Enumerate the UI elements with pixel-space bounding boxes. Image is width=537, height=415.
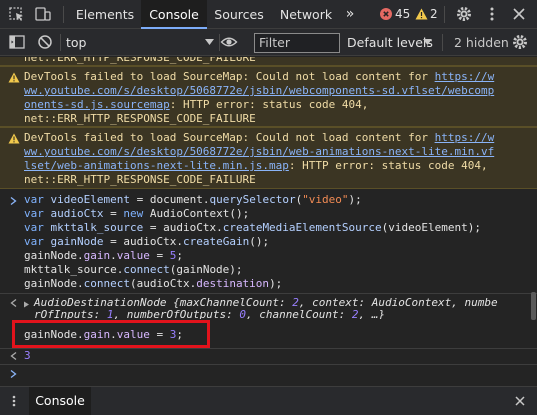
warning-text: DevTools failed to load SourceMap: Could…: [24, 70, 495, 83]
console-warning: net::ERR_HTTP_RESPONSE_CODE_FAILURE: [0, 57, 537, 66]
warning-text: net::ERR_HTTP_RESPONSE_CODE_FAILURE: [24, 112, 256, 125]
live-expression-eye-icon[interactable]: [220, 33, 238, 51]
clear-console-icon[interactable]: [36, 33, 54, 51]
warning-text: ww.youtube.com/s/desktop/5068772e/jsbin/…: [24, 84, 494, 98]
sourcemap-link[interactable]: ww.youtube.com/s/desktop/5068772e/jsbin/…: [24, 84, 494, 97]
code-line: var mkttalk_source = audioCtx.createMedi…: [24, 221, 481, 234]
console-prompt-input[interactable]: [24, 366, 524, 381]
more-tabs-button[interactable]: »: [342, 0, 358, 29]
toolbar-divider: [444, 6, 445, 23]
close-drawer-icon[interactable]: [514, 395, 526, 407]
show-sidebar-icon[interactable]: [8, 33, 26, 51]
filter-input[interactable]: Filter: [254, 33, 340, 53]
input-chevron-icon: [10, 196, 17, 206]
console-settings-gear-icon[interactable]: [511, 33, 529, 51]
result-object: rOfInputs: 1, numberOfOutputs: 0, channe…: [34, 310, 386, 319]
message-divider: [0, 293, 537, 294]
hidden-messages-count[interactable]: 2 hidden: [454, 33, 509, 52]
toolbar-divider: [63, 6, 64, 23]
tab-console[interactable]: Console: [141, 0, 207, 29]
log-levels-dropdown[interactable]: Default levels: [347, 33, 433, 52]
tab-elements[interactable]: Elements: [70, 0, 140, 29]
sourcemap-link[interactable]: lset/web-animations-next-lite.min.js.map: [24, 159, 289, 172]
warning-text: DevTools failed to load SourceMap: Could…: [24, 131, 495, 144]
code-line: var gainNode = audioCtx.createGain();: [24, 235, 270, 248]
warning-icon: [8, 133, 20, 144]
close-devtools-icon[interactable]: [510, 5, 528, 23]
drawer-bar: Console: [0, 386, 537, 415]
drawer-menu-icon[interactable]: [9, 395, 19, 407]
warning-count[interactable]: 2: [430, 7, 438, 22]
console-warning: DevTools failed to load SourceMap: Could…: [0, 66, 537, 127]
code-line: gainNode.connect(audioCtx.destination);: [24, 277, 283, 290]
more-options-icon[interactable]: [483, 5, 501, 23]
error-count[interactable]: 45: [395, 7, 410, 22]
toolbar-divider: [60, 34, 61, 51]
error-icon: [380, 8, 392, 20]
levels-dropdown-arrow-icon[interactable]: [423, 39, 432, 46]
devtools-tab-bar: Elements Console Sources Network » 45 2: [0, 0, 537, 29]
result-object[interactable]: AudioDestinationNode {maxChannelCount: 2…: [34, 296, 498, 310]
settings-gear-icon[interactable]: [455, 5, 473, 23]
result-value: 3: [24, 349, 31, 362]
warning-text: net::ERR_HTTP_RESPONSE_CODE_FAILURE: [24, 173, 256, 186]
sourcemap-link[interactable]: https://w: [435, 131, 495, 144]
code-line: mkttalk_source.connect(gainNode);: [24, 263, 243, 276]
code-line: gainNode.gain.value = 5;: [24, 249, 183, 262]
tab-sources[interactable]: Sources: [208, 0, 270, 29]
warning-icon: [8, 72, 20, 83]
console-warning: DevTools failed to load SourceMap: Could…: [0, 127, 537, 189]
code-line: var videoElement = document.querySelecto…: [24, 193, 362, 206]
context-selector[interactable]: top: [66, 33, 86, 52]
sourcemap-link[interactable]: onents-sd.js.sourcemap: [24, 98, 170, 111]
message-divider: [0, 348, 537, 349]
prompt-chevron-icon: [10, 369, 17, 379]
highlight-annotation-box: [12, 320, 210, 348]
warning-text: lset/web-animations-next-lite.min.js.map…: [24, 159, 488, 172]
device-toolbar-icon[interactable]: [34, 5, 52, 23]
sourcemap-link[interactable]: ww.youtube.com/s/desktop/5068772e/jsbin/…: [24, 145, 494, 158]
console-messages: net::ERR_HTTP_RESPONSE_CODE_FAILURE DevT…: [0, 57, 537, 383]
toolbar-divider: [442, 34, 443, 51]
result-arrow-icon: [10, 351, 17, 361]
context-dropdown-arrow-icon[interactable]: [205, 39, 214, 46]
warning-text: net::ERR_HTTP_RESPONSE_CODE_FAILURE: [24, 57, 256, 64]
message-divider: [0, 364, 537, 365]
warning-icon: [415, 8, 428, 20]
console-toolbar: top Filter Default levels 2 hidden: [0, 29, 537, 56]
warning-text: ww.youtube.com/s/desktop/5068772e/jsbin/…: [24, 145, 494, 159]
sourcemap-link[interactable]: https://w: [435, 70, 495, 83]
console-scrollbar[interactable]: [531, 292, 536, 320]
drawer-tab-console[interactable]: Console: [29, 387, 91, 415]
code-line: var audioCtx = new AudioContext();: [24, 207, 250, 220]
result-arrow-icon: [10, 298, 17, 308]
warning-text: onents-sd.js.sourcemap: HTTP error: stat…: [24, 98, 369, 111]
inspect-element-icon[interactable]: [8, 5, 26, 23]
expand-object-icon[interactable]: [23, 301, 30, 308]
tab-network[interactable]: Network: [272, 0, 340, 29]
